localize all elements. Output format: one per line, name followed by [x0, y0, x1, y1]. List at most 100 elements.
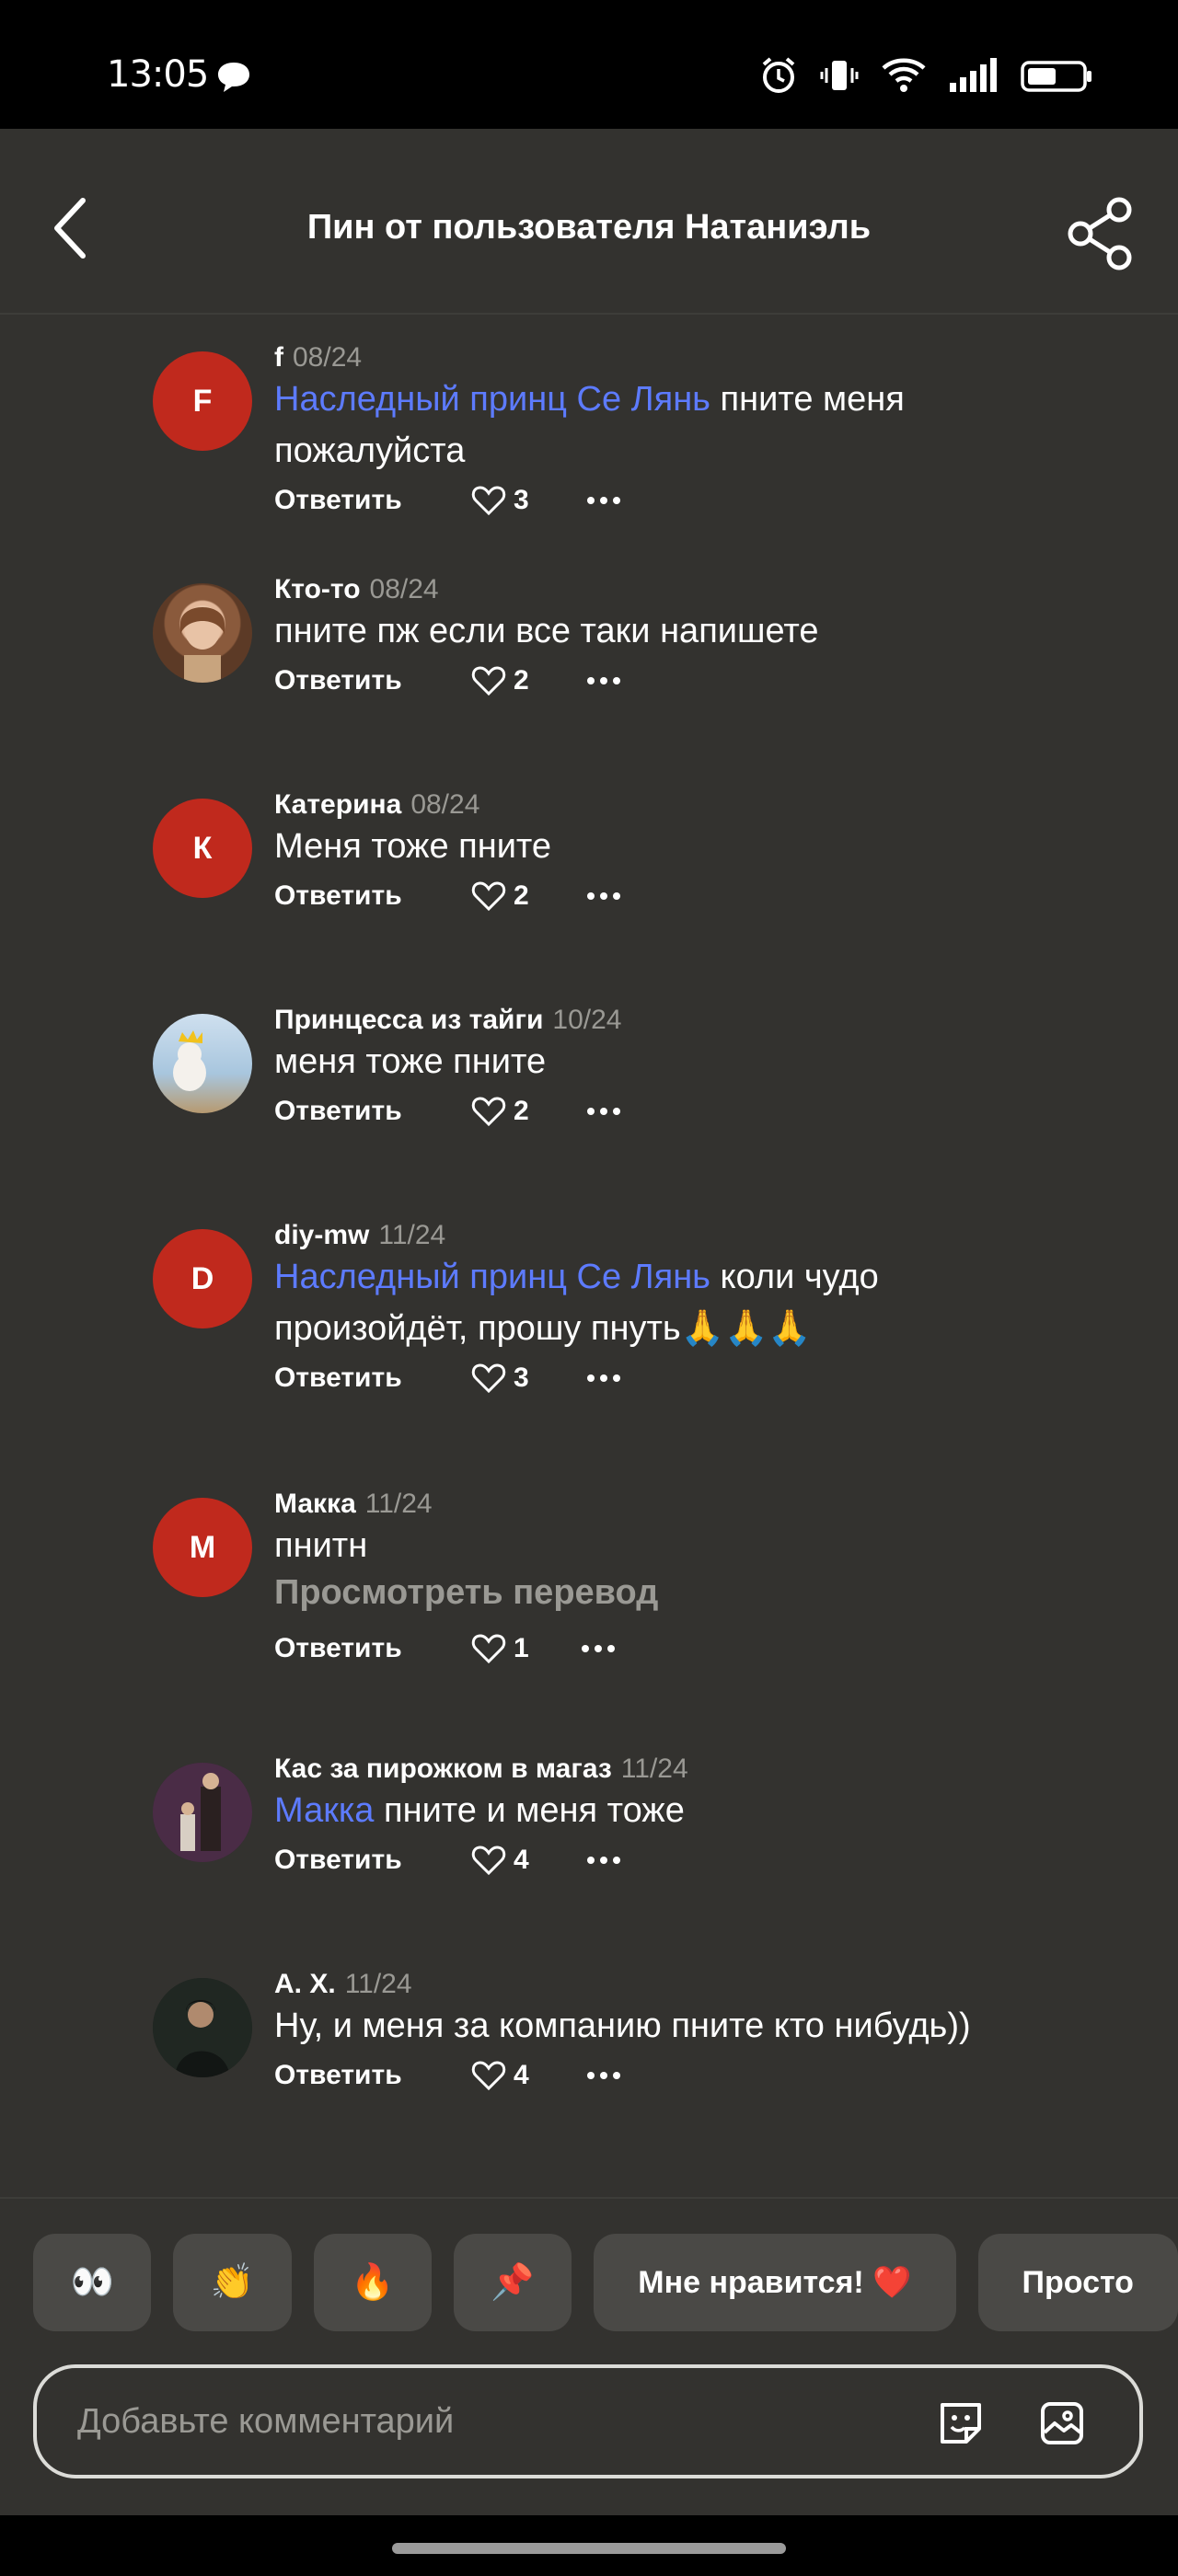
avatar[interactable]: M: [153, 1498, 252, 1597]
like-button[interactable]: 2: [471, 665, 587, 696]
image-icon[interactable]: [1036, 2398, 1088, 2449]
avatar[interactable]: [153, 1763, 252, 1862]
comment-actions: Ответить 3: [274, 482, 620, 519]
like-button[interactable]: 4: [471, 2060, 587, 2091]
reply-button[interactable]: Ответить: [274, 1096, 471, 1127]
like-count: 2: [514, 665, 529, 696]
like-button[interactable]: 2: [471, 880, 587, 912]
comment-text: Наследный принц Се Лянь пните меня пожал…: [274, 374, 1103, 477]
comment-input[interactable]: [77, 2368, 906, 2475]
comment-text: Наследный принц Се Лянь коли чудо произо…: [274, 1251, 1103, 1354]
avatar[interactable]: F: [153, 351, 252, 451]
comment-author[interactable]: f: [274, 342, 283, 373]
avatar[interactable]: [153, 583, 252, 683]
like-count: 4: [514, 1845, 529, 1875]
avatar-letter: D: [191, 1260, 214, 1296]
like-button[interactable]: 3: [471, 1363, 587, 1394]
more-options-icon[interactable]: [587, 677, 620, 684]
reaction-simple-button[interactable]: Просто: [977, 2234, 1178, 2331]
avatar[interactable]: [153, 1978, 252, 2077]
vibrate-icon: [820, 61, 859, 90]
like-count: 2: [514, 880, 529, 911]
comment-meta: Кто-то 08/24: [274, 574, 439, 605]
status-icons: [758, 55, 1093, 96]
comment-meta: Катерина 08/24: [274, 789, 479, 821]
more-options-icon[interactable]: [587, 2072, 620, 2079]
comment-author[interactable]: А. Х.: [274, 1969, 336, 1999]
comment-author[interactable]: Катерина: [274, 789, 401, 820]
sticker-icon[interactable]: [935, 2398, 987, 2449]
avatar-letter: M: [189, 1529, 216, 1565]
comment-mention[interactable]: Макка: [274, 1791, 374, 1830]
reply-button[interactable]: Ответить: [274, 1633, 471, 1664]
reply-button[interactable]: Ответить: [274, 2060, 471, 2091]
comment-text-line: коли чудо: [720, 1258, 879, 1296]
comment-text-line: пните и меня тоже: [384, 1791, 685, 1830]
view-translation-link[interactable]: Просмотреть перевод: [274, 1573, 658, 1613]
comment-actions: Ответить 2: [274, 1093, 620, 1130]
comment-meta: f 08/24: [274, 342, 362, 374]
reply-button[interactable]: Ответить: [274, 880, 471, 912]
share-icon[interactable]: [1064, 197, 1138, 270]
signal-icon: [950, 58, 997, 92]
reaction-fire-button[interactable]: 🔥: [313, 2234, 432, 2331]
comment-text: Макка пните и меня тоже: [274, 1785, 1103, 1836]
like-button[interactable]: 1: [471, 1633, 582, 1664]
avatar[interactable]: D: [153, 1229, 252, 1328]
comment-text: пните пж если все таки напишете: [274, 612, 819, 650]
alarm-icon: [762, 57, 795, 93]
more-options-icon[interactable]: [582, 1645, 615, 1652]
avatar-letter: К: [192, 830, 213, 866]
like-count: 3: [514, 485, 529, 515]
chat-notification-icon: [218, 63, 249, 92]
more-options-icon[interactable]: [587, 1857, 620, 1864]
like-count: 3: [514, 1363, 529, 1393]
like-count: 2: [514, 1096, 529, 1126]
comment-actions: Ответить 4: [274, 2057, 620, 2094]
comment-author[interactable]: Кас за пирожком в магаз: [274, 1754, 612, 1784]
avatar[interactable]: К: [153, 799, 252, 898]
status-bar: 13:05: [0, 0, 1178, 129]
comment-author[interactable]: Макка: [274, 1489, 356, 1519]
avatar[interactable]: [153, 1014, 252, 1113]
comment-mention[interactable]: Наследный принц Се Лянь: [274, 1258, 710, 1296]
comment-date: 08/24: [369, 574, 439, 604]
comment-text-line: произойдёт, прошу пнуть🙏🙏🙏: [274, 1309, 812, 1348]
reaction-like-button[interactable]: Мне нравится! ❤️: [594, 2234, 956, 2331]
heart-icon: [471, 486, 506, 516]
like-button[interactable]: 2: [471, 1096, 587, 1127]
like-button[interactable]: 4: [471, 1845, 587, 1876]
reply-button[interactable]: Ответить: [274, 1845, 471, 1876]
comment-author[interactable]: Кто-то: [274, 574, 361, 604]
reaction-pin-button[interactable]: 📌: [453, 2234, 572, 2331]
like-count: 1: [514, 1633, 529, 1663]
reply-button[interactable]: Ответить: [274, 665, 471, 696]
page-title: Пин от пользователя Натаниэль: [306, 208, 872, 247]
reaction-clap-button[interactable]: 👏: [173, 2234, 292, 2331]
heart-icon: [471, 666, 506, 696]
reply-button[interactable]: Ответить: [274, 485, 471, 516]
comment-actions: Ответить 4: [274, 1842, 620, 1879]
more-options-icon[interactable]: [587, 1108, 620, 1115]
avatar-photo: [153, 1763, 252, 1862]
comment-date: 10/24: [552, 1005, 622, 1035]
heart-icon: [471, 881, 506, 912]
comment-actions: Ответить 2: [274, 662, 620, 699]
reply-button[interactable]: Ответить: [274, 1363, 471, 1394]
comment-date: 11/24: [344, 1969, 412, 1999]
home-indicator[interactable]: [392, 2543, 786, 2554]
avatar-cat-crown: [173, 1030, 206, 1091]
comment-meta: diy-mw 11/24: [274, 1220, 445, 1251]
battery-icon: [1021, 61, 1091, 92]
more-options-icon[interactable]: [587, 1374, 620, 1382]
heart-icon: [471, 1097, 506, 1127]
reaction-eyes-button[interactable]: 👀: [33, 2234, 152, 2331]
more-options-icon[interactable]: [587, 497, 620, 504]
comment-author[interactable]: Принцесса из тайги: [274, 1005, 543, 1035]
comment-actions: Ответить 1: [274, 1630, 615, 1667]
comment-date: 08/24: [410, 789, 480, 820]
like-button[interactable]: 3: [471, 485, 587, 516]
more-options-icon[interactable]: [587, 892, 620, 900]
comment-author[interactable]: diy-mw: [274, 1220, 369, 1250]
comment-mention[interactable]: Наследный принц Се Лянь: [274, 380, 710, 419]
